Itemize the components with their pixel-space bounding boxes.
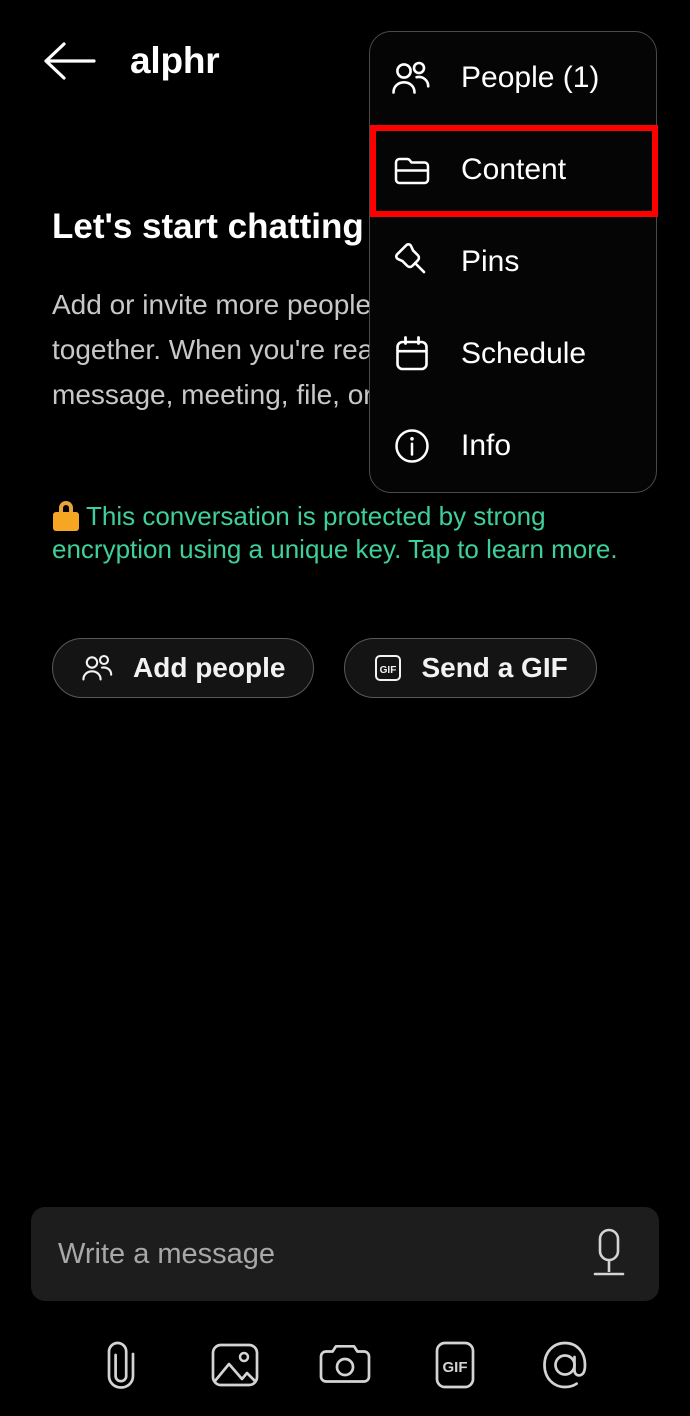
back-button[interactable] (34, 25, 106, 97)
add-people-label: Add people (133, 652, 286, 683)
camera-button[interactable] (314, 1334, 376, 1396)
info-icon (389, 423, 435, 469)
menu-item-info[interactable]: Info (370, 400, 656, 492)
menu-item-people[interactable]: People (1) (370, 32, 656, 124)
gif-icon: GIF (375, 655, 402, 681)
send-gif-button[interactable]: GIF Send a GIF (344, 638, 597, 698)
encryption-notice-text: This conversation is protected by strong… (52, 501, 618, 564)
lock-icon (52, 501, 80, 531)
add-people-button[interactable]: Add people (52, 638, 315, 698)
pin-icon (389, 239, 435, 285)
encryption-notice[interactable]: This conversation is protected by strong… (52, 500, 648, 565)
page-title: alphr (130, 40, 220, 81)
menu-item-info-label: Info (461, 429, 512, 462)
microphone-button[interactable] (573, 1218, 645, 1290)
folder-icon (389, 147, 435, 193)
composer-toolbar: GIF (0, 1334, 690, 1396)
people-icon (389, 55, 435, 101)
gif-button[interactable]: GIF (424, 1334, 486, 1396)
menu-item-schedule[interactable]: Schedule (370, 308, 656, 400)
svg-text:GIF: GIF (443, 1359, 468, 1376)
gallery-button[interactable] (204, 1334, 266, 1396)
send-gif-label: Send a GIF (421, 652, 568, 683)
image-icon (211, 1343, 259, 1387)
people-icon (82, 654, 113, 681)
arrow-left-icon (44, 42, 96, 80)
gif-icon: GIF (435, 1341, 475, 1389)
chat-options-menu: People (1) Content Pins Schedule Info (369, 31, 657, 493)
microphone-icon (593, 1228, 625, 1276)
menu-item-pins[interactable]: Pins (370, 216, 656, 308)
message-composer[interactable] (31, 1207, 659, 1301)
menu-item-pins-label: Pins (461, 245, 520, 278)
svg-text:GIF: GIF (380, 665, 397, 676)
quick-actions: Add people GIF Send a GIF (52, 638, 597, 698)
camera-icon (319, 1344, 371, 1383)
menu-item-content[interactable]: Content (370, 124, 656, 216)
attach-file-button[interactable] (94, 1334, 156, 1396)
menu-item-people-label: People (1) (461, 61, 600, 94)
mention-button[interactable] (534, 1334, 596, 1396)
menu-item-content-label: Content (461, 153, 567, 186)
paperclip-icon (107, 1341, 135, 1389)
message-input[interactable] (31, 1236, 573, 1272)
at-mention-icon (543, 1341, 587, 1389)
menu-item-schedule-label: Schedule (461, 337, 587, 370)
calendar-icon (389, 331, 435, 377)
